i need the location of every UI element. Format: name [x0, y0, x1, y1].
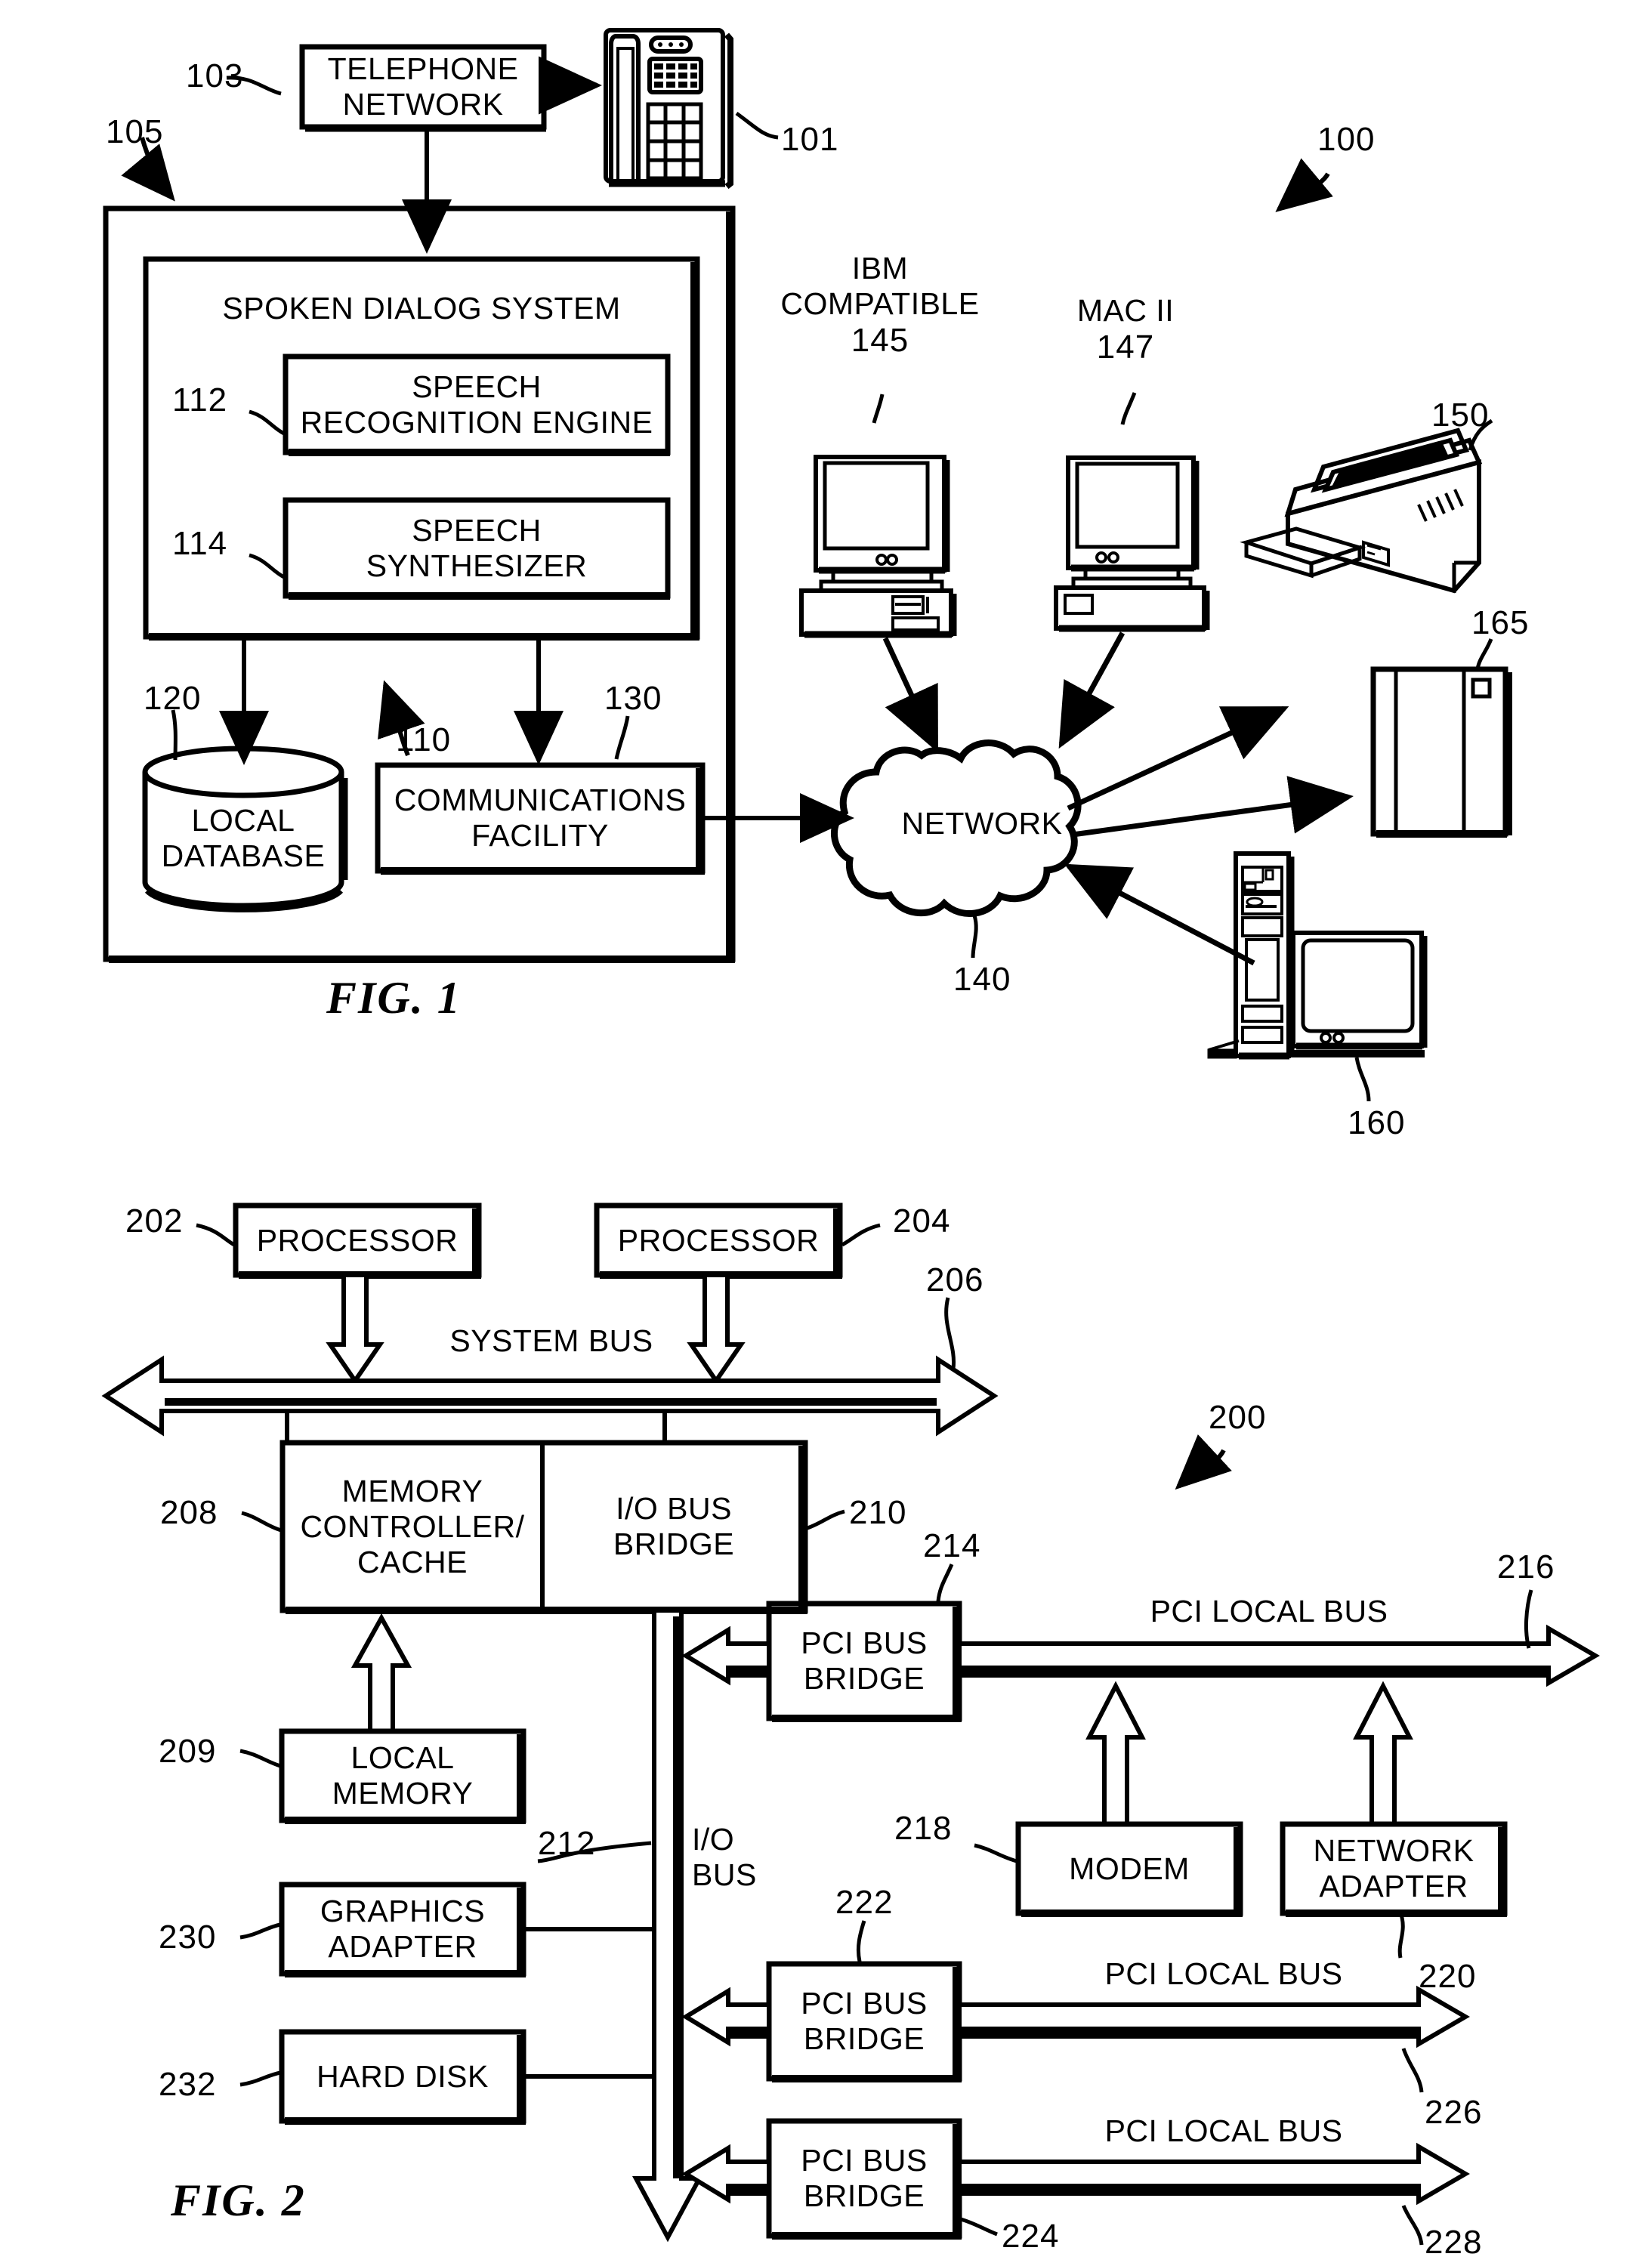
speech-recognition-engine-label-line1: SPEECH — [412, 369, 542, 404]
graphics-adapter-label-line2: ADAPTER — [328, 1929, 477, 1964]
pci-local-bus-3-label: PCI LOCAL BUS — [1104, 2113, 1343, 2148]
ref-printer: 150 — [1431, 397, 1490, 434]
spoken-dialog-system-title: SPOKEN DIALOG SYSTEM — [222, 291, 621, 326]
pci-bus-bridge-1-box: PCI BUS BRIDGE — [769, 1604, 959, 1718]
local-memory-box: LOCAL MEMORY — [282, 1731, 523, 1820]
ref-pci-bus-bridge-2: 222 — [835, 1884, 894, 1921]
ref-processor-b: 204 — [893, 1203, 951, 1240]
memory-controller-cache-box: MEMORY CONTROLLER/ CACHE — [283, 1443, 542, 1610]
ref-server-tower: 160 — [1348, 1104, 1406, 1141]
fig2-caption: FIG. 2 — [171, 2175, 306, 2225]
telephone-network-label-line2: NETWORK — [342, 87, 504, 122]
ref-network: 140 — [953, 961, 1011, 998]
ref-pci-bus-bridge-3: 224 — [1002, 2218, 1060, 2255]
ref-io-bus-bridge: 210 — [849, 1494, 907, 1531]
memory-controller-label-line2: CONTROLLER/ — [300, 1508, 525, 1544]
network-cloud: NETWORK — [876, 801, 1088, 846]
ref-local-memory: 209 — [159, 1733, 217, 1770]
speech-recognition-engine-label-line2: RECOGNITION ENGINE — [300, 404, 653, 440]
network-cloud-label: NETWORK — [901, 805, 1063, 841]
system-bus-label: SYSTEM BUS — [449, 1323, 653, 1358]
ref-pci-local-bus-3: 228 — [1425, 2224, 1483, 2261]
memory-controller-label-line1: MEMORY — [341, 1473, 483, 1508]
mac-ii-label-line1: MAC II — [1076, 293, 1175, 328]
ref-system-boundary: 105 — [106, 113, 164, 150]
ref-telephone-network: 103 — [186, 57, 244, 94]
local-memory-label-line2: MEMORY — [332, 1776, 474, 1811]
ref-mac-ii: 147 — [1096, 329, 1155, 366]
hard-disk-label: HARD DISK — [317, 2058, 489, 2094]
processor-a-box: PROCESSOR — [236, 1206, 479, 1275]
local-memory-label-line1: LOCAL — [350, 1740, 455, 1775]
processor-a-label: PROCESSOR — [256, 1222, 459, 1258]
pci-bus-bridge-2-label-line1: PCI BUS — [801, 1986, 928, 2021]
ref-storage-cabinet: 165 — [1471, 604, 1530, 641]
pci-bus-bridge-3-label-line2: BRIDGE — [803, 2178, 925, 2213]
pci-bus-bridge-3-label-line1: PCI BUS — [801, 2143, 928, 2178]
ref-pci-local-bus-1: 216 — [1497, 1548, 1555, 1585]
io-bus-label: I/O BUS — [692, 1822, 783, 1893]
pci-bus-bridge-1-label-line1: PCI BUS — [801, 1625, 928, 1660]
ref-io-bus: 212 — [538, 1825, 596, 1862]
ref-hard-disk: 232 — [159, 2066, 217, 2103]
ref-speech-synthesizer: 114 — [172, 525, 228, 562]
ref-graphics-adapter: 230 — [159, 1919, 217, 1956]
telephone-network-label-line1: TELEPHONE — [327, 51, 519, 86]
speech-recognition-engine-box: SPEECH RECOGNITION ENGINE — [286, 357, 668, 452]
io-bus-label-line2: BUS — [692, 1857, 757, 1893]
speech-synthesizer-label-line2: SYNTHESIZER — [366, 548, 588, 583]
modem-box: MODEM — [1018, 1824, 1240, 1913]
pci-local-bus-1-label: PCI LOCAL BUS — [1150, 1594, 1388, 1629]
pci-bus-bridge-2-box: PCI BUS BRIDGE — [769, 1964, 959, 2079]
pci-bus-bridge-1-label-line2: BRIDGE — [803, 1661, 925, 1696]
ref-ibm-compatible: 145 — [851, 322, 909, 360]
ref-system-100: 100 — [1317, 121, 1376, 158]
memory-controller-label-line3: CACHE — [357, 1544, 468, 1579]
ibm-compatible-caption: IBM COMPATIBLE 145 — [767, 251, 993, 360]
mac-ii-caption: MAC II 147 — [1016, 293, 1235, 367]
io-bus-bridge-label-line1: I/O BUS — [616, 1491, 732, 1526]
communications-facility-label-line1: COMMUNICATIONS — [394, 783, 687, 817]
io-bus-label-line1: I/O — [692, 1822, 735, 1857]
ref-pci-bus-bridge-1: 214 — [923, 1527, 981, 1564]
ref-system-bus: 206 — [926, 1261, 984, 1298]
patent-drawing-sheet: 103 105 101 100 TELEPHONE NETWORK SPOKEN… — [0, 0, 1652, 2263]
speech-synthesizer-label-line1: SPEECH — [412, 512, 542, 548]
local-database-label-line1: LOCAL — [191, 803, 295, 838]
io-bus-bridge-label-line2: BRIDGE — [613, 1527, 735, 1561]
ref-local-database: 120 — [144, 680, 202, 717]
telephone-network-box: TELEPHONE NETWORK — [302, 47, 544, 127]
local-database-label-line2: DATABASE — [161, 838, 326, 873]
hard-disk-box: HARD DISK — [282, 2032, 523, 2121]
processor-b-label: PROCESSOR — [617, 1222, 820, 1258]
modem-label: MODEM — [1069, 1851, 1190, 1886]
ibm-compatible-label-line1: IBM — [851, 251, 909, 286]
ref-spoken-dialog-system: 110 — [396, 721, 452, 758]
network-adapter-box: NETWORK ADAPTER — [1283, 1824, 1505, 1913]
local-database-cylinder: LOCAL DATABASE — [145, 793, 341, 884]
pci-bus-bridge-3-box: PCI BUS BRIDGE — [769, 2121, 959, 2236]
ref-pci-local-bus-2: 226 — [1425, 2094, 1483, 2131]
processor-b-box: PROCESSOR — [597, 1206, 840, 1275]
ibm-compatible-label-line2: COMPATIBLE — [780, 286, 980, 322]
communications-facility-box: COMMUNICATIONS FACILITY — [378, 765, 702, 871]
graphics-adapter-box: GRAPHICS ADAPTER — [282, 1885, 523, 1974]
ref-system-200: 200 — [1209, 1399, 1267, 1436]
io-bus-bridge-box: I/O BUS BRIDGE — [542, 1443, 805, 1610]
network-adapter-label-line2: ADAPTER — [1319, 1869, 1468, 1903]
network-adapter-label-line1: NETWORK — [1313, 1833, 1474, 1868]
graphics-adapter-label-line1: GRAPHICS — [320, 1894, 486, 1928]
pci-local-bus-2-label: PCI LOCAL BUS — [1104, 1956, 1343, 1991]
communications-facility-label-line2: FACILITY — [471, 818, 609, 853]
ref-speech-recognition-engine: 112 — [172, 381, 228, 418]
ref-communications-facility: 130 — [604, 680, 662, 717]
fig1-caption: FIG. 1 — [326, 973, 462, 1023]
ref-network-adapter: 220 — [1419, 1958, 1477, 1995]
ref-modem: 218 — [894, 1810, 953, 1847]
ref-processor-a: 202 — [125, 1203, 184, 1240]
speech-synthesizer-box: SPEECH SYNTHESIZER — [286, 500, 668, 596]
pci-bus-bridge-2-label-line2: BRIDGE — [803, 2021, 925, 2056]
ref-telephone-set: 101 — [781, 121, 839, 158]
ref-memory-controller: 208 — [160, 1494, 218, 1531]
